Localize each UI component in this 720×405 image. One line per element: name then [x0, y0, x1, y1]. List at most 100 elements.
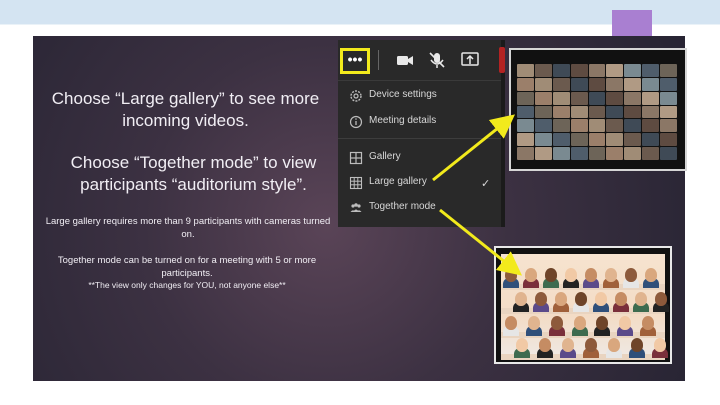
participant-head: [607, 338, 620, 352]
video-tile: [552, 64, 570, 77]
video-tile: [588, 147, 606, 160]
video-tile: [588, 91, 606, 105]
video-tile: [660, 64, 677, 77]
menu-item-device-settings[interactable]: Device settings: [338, 85, 501, 107]
menu-item-label: Large gallery: [369, 176, 427, 187]
menu-item-label: Device settings: [369, 89, 437, 100]
menu-item-together-mode[interactable]: Together mode: [338, 197, 501, 219]
check-icon: ✓: [481, 178, 491, 190]
video-tile: [517, 64, 534, 77]
video-tile: [570, 91, 588, 105]
video-tile: [642, 105, 660, 119]
video-tile: [534, 77, 552, 91]
camera-icon[interactable]: [394, 50, 416, 70]
leave-button-edge[interactable]: [499, 47, 505, 73]
video-tile: [660, 91, 677, 105]
video-tile: [588, 64, 606, 77]
video-tile: [570, 64, 588, 77]
participant-head: [573, 316, 586, 330]
video-tile: [606, 105, 624, 119]
menu-item-large-gallery[interactable]: Large gallery: [338, 172, 501, 194]
video-tile: [517, 105, 534, 119]
participant-head: [642, 316, 655, 330]
participant-head: [550, 316, 563, 330]
menu-item-meeting-details[interactable]: Meeting details: [338, 111, 501, 133]
menu-item-label: Gallery: [369, 151, 401, 162]
video-tile: [660, 77, 677, 91]
video-tile: [552, 119, 570, 133]
people-icon: [350, 203, 362, 212]
meeting-options-menu: ••• Device settings Meeting details Gall…: [338, 40, 505, 227]
auditorium-view: [501, 254, 669, 360]
video-tile: [624, 77, 642, 91]
video-tile: [642, 133, 660, 147]
video-tile: [642, 147, 660, 160]
participant-head: [635, 292, 647, 306]
video-tile: [588, 105, 606, 119]
participant-head: [653, 338, 666, 352]
video-tile: [624, 105, 642, 119]
share-icon[interactable]: [459, 50, 481, 70]
video-tile: [624, 147, 642, 160]
large-gallery-screenshot: [509, 48, 687, 171]
participant-head: [527, 316, 540, 330]
page: Choose “Large gallery” to see more incom…: [0, 0, 720, 405]
more-options-button[interactable]: •••: [340, 48, 370, 74]
video-tile: [534, 105, 552, 119]
participant-head: [655, 292, 667, 306]
video-tile: [624, 64, 642, 77]
video-tile: [534, 91, 552, 105]
video-tile: [552, 133, 570, 147]
meeting-toolbar: •••: [338, 40, 505, 81]
participant-head: [525, 268, 537, 282]
participant-head: [505, 268, 517, 282]
video-tile: [606, 133, 624, 147]
participant-head: [545, 268, 557, 282]
video-tile: [588, 77, 606, 91]
participant-head: [645, 268, 657, 282]
note-large-gallery: Large gallery requires more than 9 parti…: [45, 216, 331, 240]
video-tile: [552, 91, 570, 105]
video-tile: [660, 147, 677, 160]
participant-head: [516, 338, 529, 352]
video-tile: [534, 133, 552, 147]
participant-head: [539, 338, 552, 352]
video-tile: [624, 119, 642, 133]
mic-off-icon[interactable]: [426, 50, 448, 70]
participant-head: [625, 268, 637, 282]
menu-item-label: Meeting details: [369, 115, 437, 126]
video-tile: [534, 147, 552, 160]
video-tile: [570, 147, 588, 160]
menu-item-gallery[interactable]: Gallery: [338, 147, 501, 169]
video-tile: [570, 133, 588, 147]
video-tile: [570, 119, 588, 133]
participant-head: [619, 316, 632, 330]
video-tile: [642, 64, 660, 77]
video-tile: [588, 133, 606, 147]
participant-head: [585, 338, 597, 352]
participant-head: [630, 338, 643, 352]
large-grid-icon: [349, 176, 363, 190]
info-icon: [349, 115, 363, 129]
instruction-large-gallery: Choose “Large gallery” to see more incom…: [51, 89, 320, 130]
video-tile: [660, 105, 677, 119]
note-together-mode: Together mode can be turned on for a mee…: [57, 255, 317, 279]
video-tile: [552, 77, 570, 91]
gear-icon: [350, 90, 362, 102]
participant-head: [595, 292, 607, 306]
participant-head: [562, 338, 575, 352]
video-tile: [606, 77, 624, 91]
participant-head: [555, 292, 567, 306]
video-tile: [606, 119, 624, 133]
menu-item-label: Together mode: [369, 201, 436, 212]
more-icon: •••: [347, 51, 363, 67]
video-tile: [534, 64, 552, 77]
video-tile: [552, 147, 570, 160]
video-tile: [642, 91, 660, 105]
video-tile: [552, 105, 570, 119]
participant-head: [535, 292, 547, 306]
video-tile: [517, 91, 534, 105]
menu-divider: [338, 138, 501, 139]
video-tile: [517, 133, 534, 147]
instruction-together-mode: Choose “Together mode” to view participa…: [70, 153, 317, 194]
